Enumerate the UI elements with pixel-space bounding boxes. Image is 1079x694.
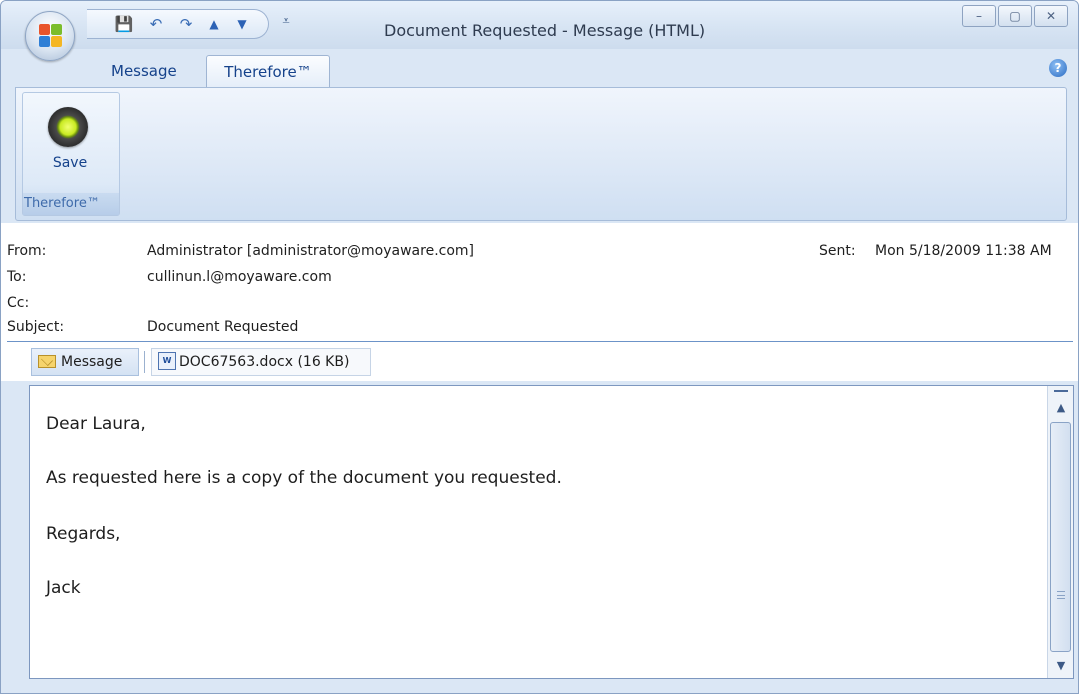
save-icon[interactable]: 💾 bbox=[113, 14, 135, 34]
from-value[interactable]: Administrator [administrator@moyaware.co… bbox=[147, 243, 474, 259]
window-controls: – ▢ ✕ bbox=[962, 5, 1070, 29]
body-line-content: As requested here is a copy of the docum… bbox=[46, 468, 562, 488]
window-title: Document Requested - Message (HTML) bbox=[384, 21, 706, 40]
word-document-icon: W bbox=[158, 351, 176, 370]
attachment-separator bbox=[144, 351, 145, 373]
quick-access-toolbar: 💾 ↶ ↷ ▲ ▼ bbox=[87, 9, 269, 39]
scroll-up-icon[interactable]: ▲ bbox=[1052, 400, 1070, 416]
up-arrow-icon[interactable]: ▲ bbox=[203, 14, 225, 34]
message-attachment-tab[interactable]: Message bbox=[31, 348, 139, 376]
scroll-down-icon[interactable]: ▼ bbox=[1052, 658, 1070, 674]
message-header: From: Administrator [administrator@moyaw… bbox=[1, 223, 1078, 353]
undo-icon[interactable]: ↶ bbox=[145, 14, 167, 34]
cc-label: Cc: bbox=[7, 295, 30, 311]
office-button[interactable] bbox=[25, 11, 75, 61]
title-bar: 💾 ↶ ↷ ▲ ▼ ⩡ Document Requested - Message… bbox=[1, 1, 1078, 61]
customize-toolbar-dropdown-icon[interactable]: ⩡ bbox=[279, 10, 293, 34]
scrollbar-grip-icon bbox=[1057, 591, 1065, 599]
tab-therefore[interactable]: Therefore™ bbox=[206, 55, 330, 87]
redo-icon[interactable]: ↷ bbox=[175, 14, 197, 34]
ribbon-group-label: Therefore™ bbox=[23, 193, 119, 215]
to-label: To: bbox=[7, 269, 27, 285]
scrollbar-thumb[interactable] bbox=[1050, 422, 1071, 652]
save-button[interactable]: Save bbox=[37, 101, 103, 177]
ribbon: Save Therefore™ bbox=[15, 87, 1067, 221]
sent-value: Mon 5/18/2009 11:38 AM bbox=[875, 243, 1052, 259]
save-button-label: Save bbox=[52, 155, 88, 171]
minimize-button[interactable]: – bbox=[962, 5, 996, 27]
scrollbar-split-mark bbox=[1054, 390, 1068, 392]
ribbon-tabs: Message Therefore™ bbox=[1, 49, 1078, 87]
close-button[interactable]: ✕ bbox=[1034, 5, 1068, 27]
from-label: From: bbox=[7, 243, 47, 259]
message-window: 💾 ↶ ↷ ▲ ▼ ⩡ Document Requested - Message… bbox=[0, 0, 1079, 694]
sent-label: Sent: bbox=[819, 243, 856, 259]
maximize-button[interactable]: ▢ bbox=[998, 5, 1032, 27]
docx-attachment[interactable]: W DOC67563.docx (16 KB) bbox=[151, 348, 371, 376]
ribbon-group-therefore: Save Therefore™ bbox=[22, 92, 120, 216]
subject-value: Document Requested bbox=[147, 319, 299, 335]
message-attachment-label: Message bbox=[61, 354, 123, 370]
help-icon[interactable]: ? bbox=[1049, 59, 1067, 77]
body-line-closing: Regards, bbox=[46, 524, 121, 544]
subject-label: Subject: bbox=[7, 319, 65, 335]
save-orb-icon bbox=[48, 107, 88, 147]
envelope-icon bbox=[38, 354, 56, 368]
office-logo-icon bbox=[39, 24, 63, 48]
down-arrow-icon[interactable]: ▼ bbox=[231, 14, 253, 34]
vertical-scrollbar[interactable]: ▲ ▼ bbox=[1047, 386, 1073, 678]
body-line-greeting: Dear Laura, bbox=[46, 414, 146, 434]
body-line-signature: Jack bbox=[46, 578, 81, 598]
header-divider bbox=[7, 341, 1073, 342]
attachment-bar: Message W DOC67563.docx (16 KB) bbox=[1, 343, 1078, 381]
tab-message[interactable]: Message bbox=[101, 55, 187, 87]
message-body[interactable]: Dear Laura, As requested here is a copy … bbox=[29, 385, 1074, 679]
to-value[interactable]: cullinun.l@moyaware.com bbox=[147, 269, 332, 285]
docx-attachment-label: DOC67563.docx (16 KB) bbox=[179, 354, 350, 370]
